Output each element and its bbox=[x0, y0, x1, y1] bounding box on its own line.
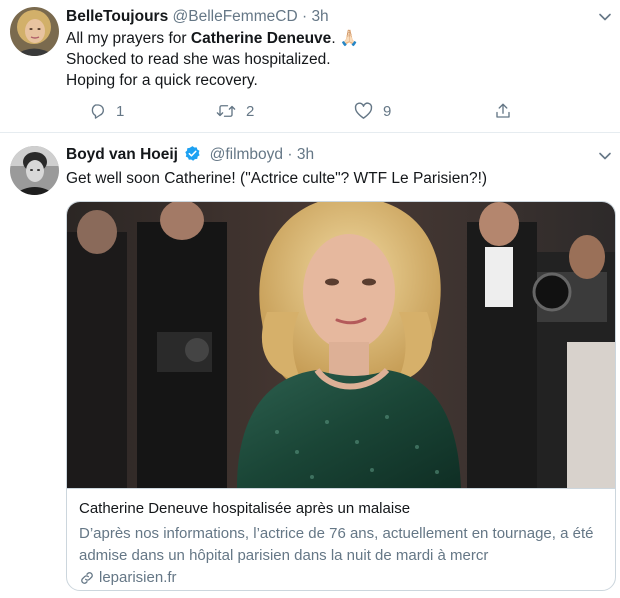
verified-badge-icon bbox=[185, 146, 200, 161]
retweet-button[interactable]: 2 bbox=[216, 100, 254, 122]
retweet-icon bbox=[216, 105, 236, 117]
timestamp[interactable]: 3h bbox=[311, 8, 328, 25]
like-count: 9 bbox=[383, 102, 392, 120]
tweet-text: Get well soon Catherine! ("Actrice culte… bbox=[66, 170, 488, 187]
chevron-down-icon[interactable] bbox=[598, 149, 612, 163]
share-icon bbox=[496, 103, 510, 118]
display-name[interactable]: BelleToujours bbox=[66, 8, 168, 25]
card-title: Catherine Deneuve hospitalisée après un … bbox=[79, 500, 411, 517]
share-button[interactable] bbox=[494, 100, 512, 122]
link-card[interactable]: Catherine Deneuve hospitalisée après un … bbox=[66, 201, 616, 591]
avatar[interactable] bbox=[10, 7, 59, 56]
text-segment: All my prayers for bbox=[66, 30, 191, 47]
text-line: Shocked to read she was hospitalized. bbox=[66, 51, 331, 68]
like-button[interactable]: 9 bbox=[354, 100, 391, 122]
woman-portrait-avatar-icon bbox=[10, 7, 59, 56]
display-name[interactable]: Boyd van Hoeij bbox=[66, 146, 178, 163]
timestamp[interactable]: 3h bbox=[297, 146, 314, 163]
tweet-boyd-van-hoeij[interactable]: Boyd van Hoeij @filmboyd · 3h Get well s… bbox=[0, 133, 620, 598]
tweet-belletoujours[interactable]: BelleToujours @BelleFemmeCD · 3h All my … bbox=[0, 0, 620, 133]
avatar[interactable] bbox=[10, 146, 59, 195]
chevron-down-icon[interactable] bbox=[598, 10, 612, 24]
text-line: Hoping for a quick recovery. bbox=[66, 72, 258, 89]
reply-button[interactable]: 1 bbox=[88, 100, 124, 122]
tweet-header: BelleToujours @BelleFemmeCD · 3h bbox=[66, 6, 329, 28]
separator: · bbox=[287, 146, 293, 163]
reply-icon bbox=[91, 104, 104, 119]
reply-count: 1 bbox=[116, 102, 125, 120]
card-domain-text: leparisien.fr bbox=[99, 569, 177, 586]
red-carpet-photo-icon bbox=[67, 202, 615, 488]
tweet-text: All my prayers for Catherine Deneuve. 🙏🏻… bbox=[66, 28, 359, 91]
card-description-line: admise dans un hôpital parisien dans la … bbox=[79, 547, 489, 564]
card-domain[interactable]: leparisien.fr bbox=[79, 568, 177, 588]
card-text[interactable]: Catherine Deneuve hospitalisée après un … bbox=[67, 488, 615, 590]
card-image[interactable] bbox=[67, 202, 615, 488]
card-description: D’après nos informations, l’actrice de 7… bbox=[79, 523, 609, 567]
tweet-header: Boyd van Hoeij @filmboyd · 3h bbox=[66, 144, 314, 166]
link-icon bbox=[81, 572, 93, 584]
handle[interactable]: @filmboyd bbox=[210, 146, 283, 163]
card-description-line: D’après nos informations, l’actrice de 7… bbox=[79, 525, 594, 542]
separator: · bbox=[301, 8, 308, 25]
action-bar: 1 2 9 bbox=[66, 100, 526, 122]
man-portrait-bw-avatar-icon bbox=[10, 146, 59, 195]
heart-icon bbox=[354, 102, 373, 119]
bold-name: Catherine Deneuve bbox=[190, 30, 332, 47]
handle[interactable]: @BelleFemmeCD bbox=[173, 8, 298, 25]
text-segment: . 🙏🏻 bbox=[331, 30, 360, 47]
retweet-count: 2 bbox=[246, 102, 255, 120]
